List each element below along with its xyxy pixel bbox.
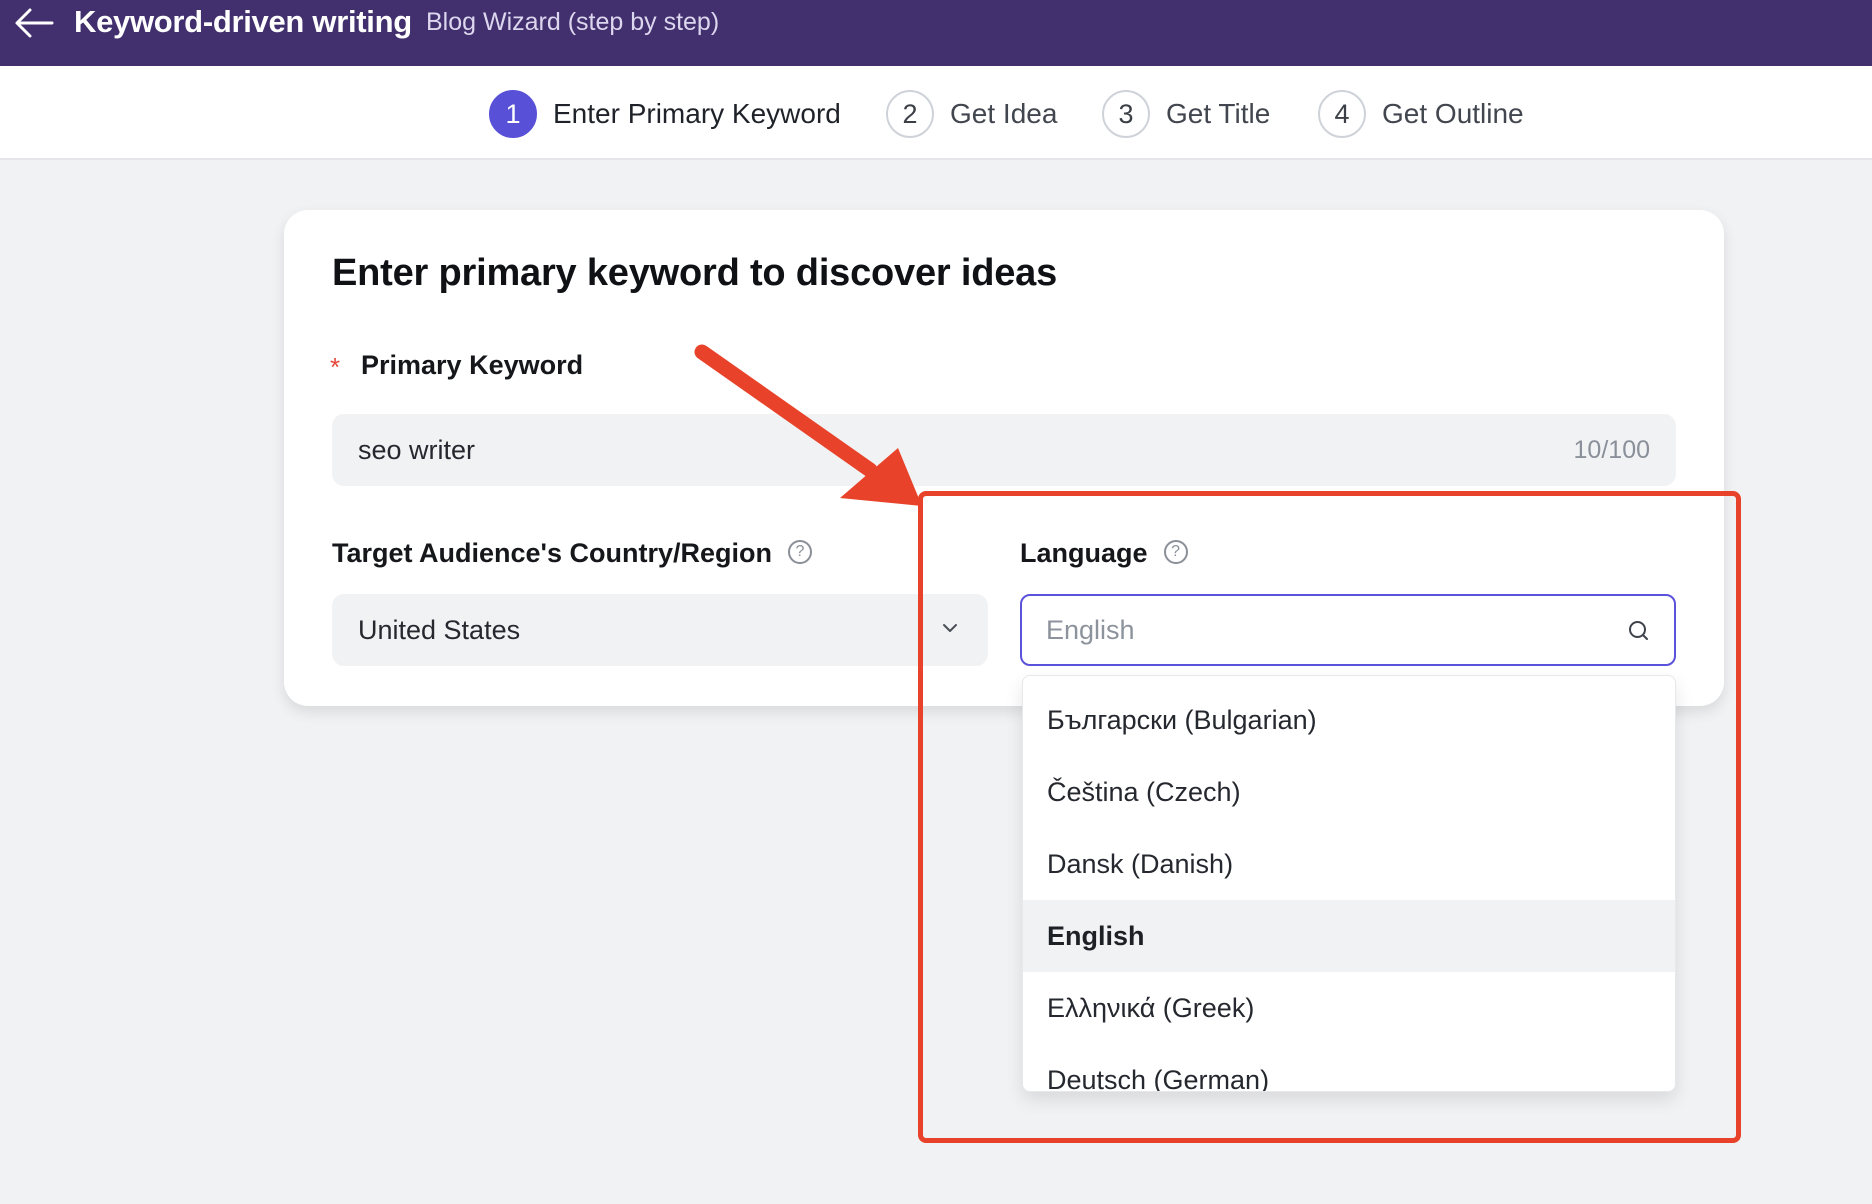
step-enter-primary-keyword[interactable]: 1 Enter Primary Keyword — [489, 90, 841, 138]
language-label: Language? — [1020, 538, 1188, 569]
question-circle-icon[interactable]: ? — [787, 539, 812, 564]
character-counter: 10/100 — [1573, 435, 1650, 464]
step-number: 4 — [1318, 90, 1366, 138]
question-circle-icon[interactable]: ? — [1163, 539, 1188, 564]
country-region-label: Target Audience's Country/Region? — [332, 538, 812, 569]
step-label: Get Outline — [1382, 98, 1524, 129]
step-get-title[interactable]: 3 Get Title — [1102, 90, 1270, 138]
language-option-bulgarian[interactable]: Български (Bulgarian) — [1023, 684, 1675, 756]
step-get-idea[interactable]: 2 Get Idea — [886, 90, 1057, 138]
primary-keyword-input[interactable]: seo writer 10/100 — [332, 414, 1676, 486]
app-subtitle: Blog Wizard (step by step) — [426, 8, 720, 36]
language-option-greek[interactable]: Ελληνικά (Greek) — [1023, 972, 1675, 1044]
step-label: Get Idea — [950, 98, 1058, 129]
country-region-select[interactable]: United States — [332, 594, 988, 666]
step-number: 2 — [886, 90, 934, 138]
back-button[interactable] — [12, 6, 56, 40]
language-search-input[interactable]: English — [1020, 594, 1676, 666]
chevron-down-icon — [943, 624, 957, 632]
wizard-stepper: 1 Enter Primary Keyword 2 Get Idea 3 Get… — [0, 66, 1872, 160]
top-bar: Keyword-driven writing Blog Wizard (step… — [0, 0, 1872, 66]
step-number: 3 — [1102, 90, 1150, 138]
step-label: Enter Primary Keyword — [553, 98, 841, 129]
language-label-text: Language — [1020, 538, 1148, 568]
language-dropdown-list[interactable]: Български (Bulgarian) Čeština (Czech) Da… — [1022, 675, 1676, 1092]
search-icon — [1629, 621, 1648, 640]
language-option-danish[interactable]: Dansk (Danish) — [1023, 828, 1675, 900]
language-placeholder: English — [1046, 614, 1135, 645]
form-title: Enter primary keyword to discover ideas — [332, 252, 1058, 294]
language-option-czech[interactable]: Čeština (Czech) — [1023, 756, 1675, 828]
step-number: 1 — [489, 90, 537, 138]
app-title: Keyword-driven writing — [74, 4, 412, 39]
arrow-left-icon — [15, 8, 54, 38]
primary-keyword-value: seo writer — [358, 434, 476, 465]
primary-keyword-label: Primary Keyword — [361, 350, 584, 380]
language-option-english[interactable]: English — [1023, 900, 1675, 972]
step-get-outline[interactable]: 4 Get Outline — [1318, 90, 1524, 138]
required-mark: * — [330, 352, 341, 382]
country-region-label-text: Target Audience's Country/Region — [332, 538, 772, 568]
step-label: Get Title — [1166, 98, 1271, 129]
country-selected-value: United States — [358, 614, 521, 645]
language-option-german[interactable]: Deutsch (German) — [1023, 1044, 1675, 1092]
